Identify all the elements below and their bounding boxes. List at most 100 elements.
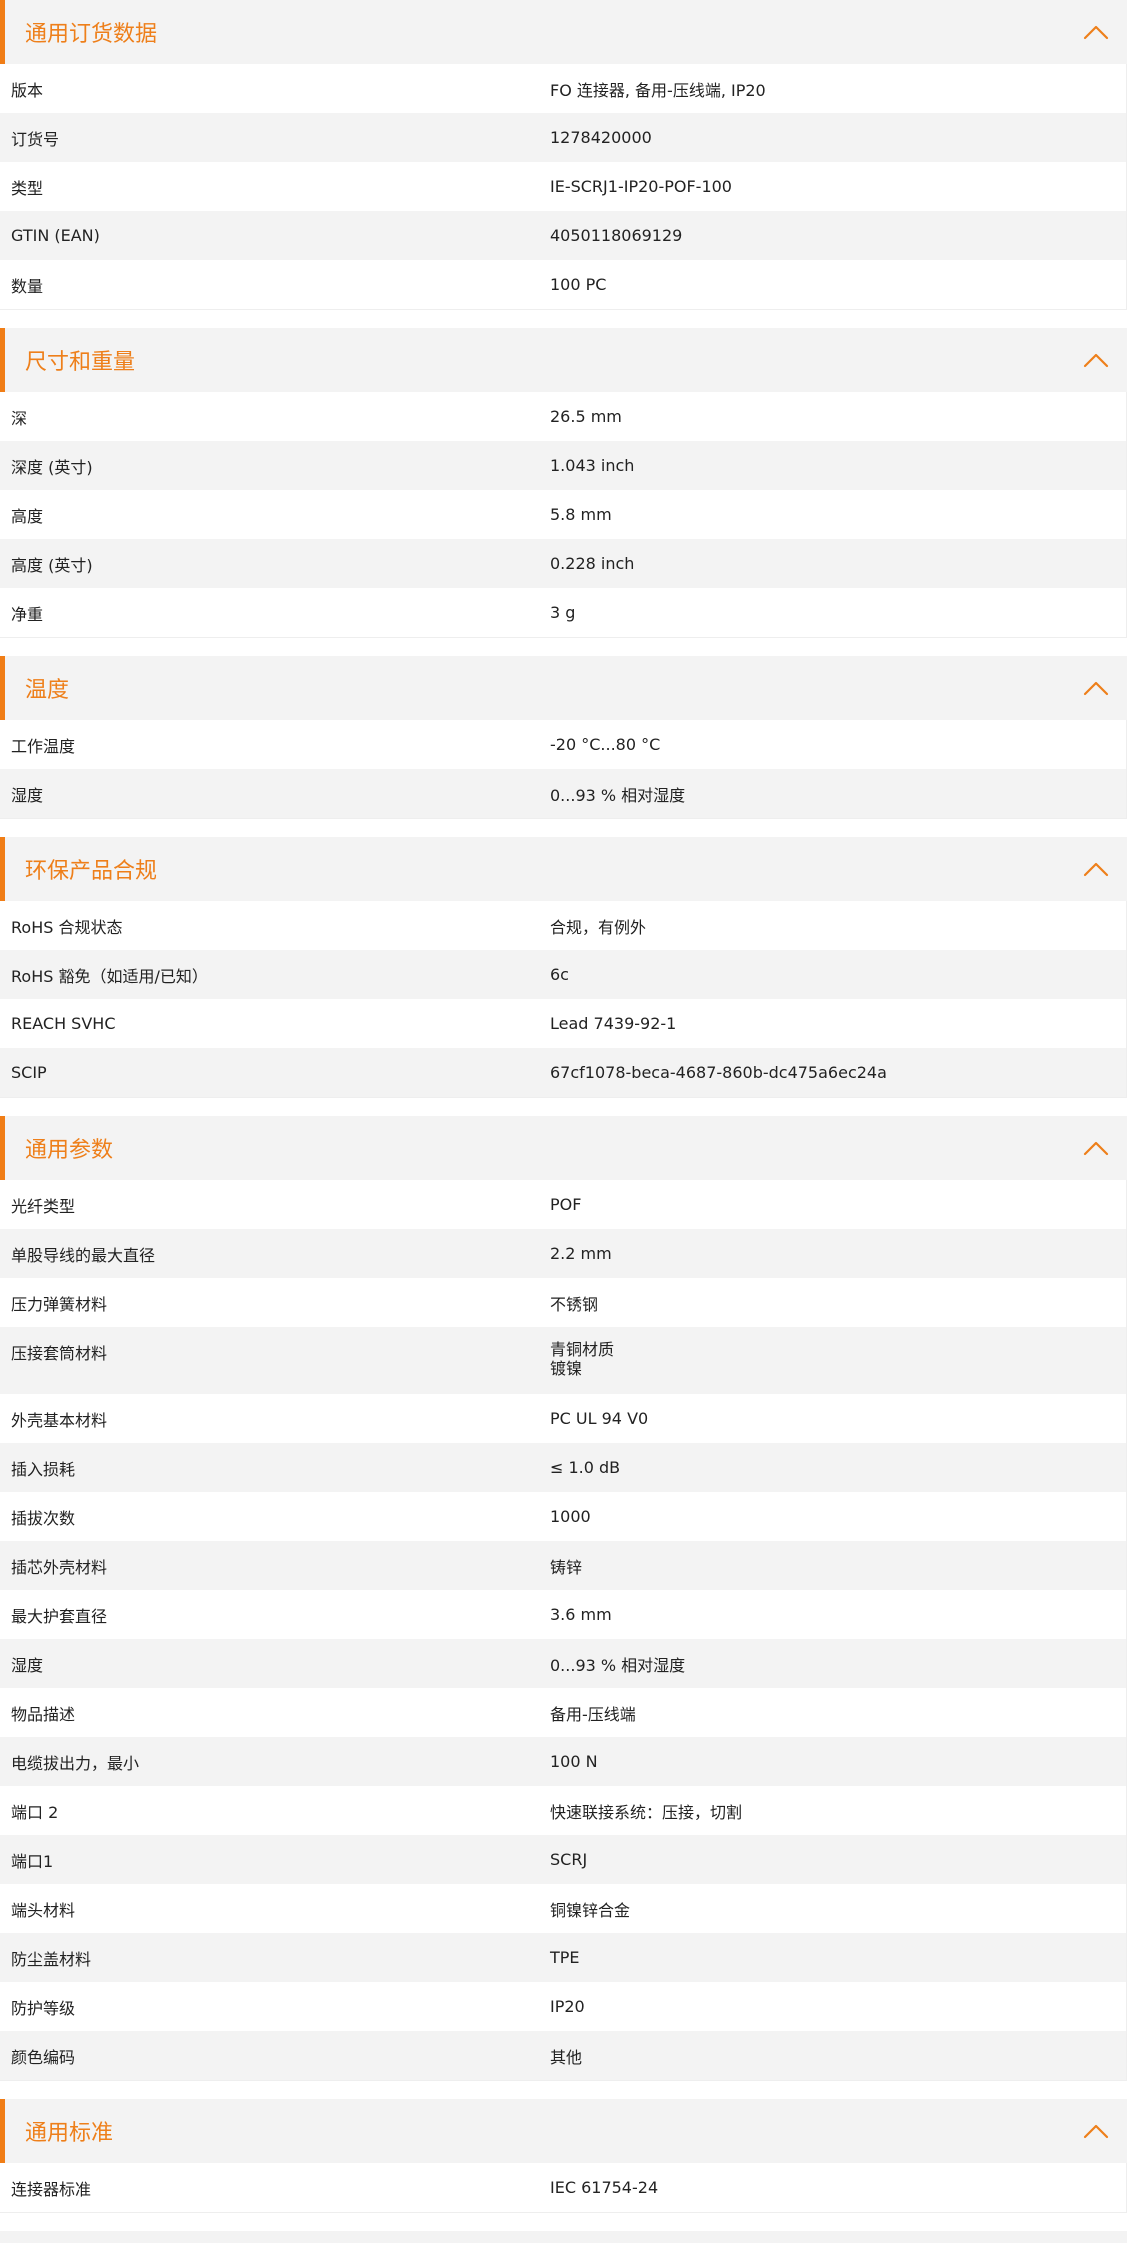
section-title: 环保产品合规 xyxy=(25,859,158,884)
spec-value: 0...93 % 相对湿度 xyxy=(550,1655,686,1675)
spec-row: 工作温度 -20 °C...80 °C xyxy=(0,720,1126,769)
spec-row: 颜色编码 其他 xyxy=(0,2031,1126,2080)
spec-label: 端头材料 xyxy=(11,1900,76,1920)
spec-row: 数量 100 PC xyxy=(0,260,1126,309)
spec-label: RoHS 合规状态 xyxy=(11,917,123,937)
spec-label: 颜色编码 xyxy=(11,2047,76,2067)
spec-row: RoHS 合规状态 合规，有例外 xyxy=(0,901,1126,950)
section-title: 通用订货数据 xyxy=(25,22,158,47)
spec-section: 尺寸和重量深 26.5 mm 深度 (英寸) 1.043 inch 高度 5.8 mm 高度… xyxy=(0,328,1127,638)
spec-label: 类型 xyxy=(11,178,44,198)
spec-value: 其他 xyxy=(550,2047,583,2067)
spec-rows: 连接器标准 IEC 61754-24 xyxy=(0,2163,1127,2213)
spec-row: 端口 2 快速联接系统：压接，切割 xyxy=(0,1786,1126,1835)
spec-value: Lead 7439-92-1 xyxy=(550,1014,677,1033)
spec-value: IE-SCRJ1-IP20-POF-100 xyxy=(550,177,732,196)
section-header[interactable]: 通用订货数据 xyxy=(0,0,1127,64)
spec-label: 压接套筒材料 xyxy=(11,1344,108,1363)
section-header[interactable]: 环保产品合规 xyxy=(0,837,1127,901)
spec-value: 4050118069129 xyxy=(550,226,683,245)
spec-value: 备用-压线端 xyxy=(550,1704,636,1724)
spec-value-line: 镀镍 xyxy=(550,1359,583,1378)
spec-label: 插入损耗 xyxy=(11,1459,76,1479)
spec-label: 端口1 xyxy=(11,1851,54,1871)
chevron-up-icon[interactable] xyxy=(1079,15,1113,49)
chevron-up-icon[interactable] xyxy=(1079,852,1113,886)
spec-rows: 深 26.5 mm 深度 (英寸) 1.043 inch 高度 5.8 mm 高度 (英寸)… xyxy=(0,392,1127,638)
spec-label: 版本 xyxy=(11,80,44,100)
spec-label: 单股导线的最大直径 xyxy=(11,1245,156,1265)
spec-value: 3.6 mm xyxy=(550,1605,612,1624)
spec-row: 版本 FO 连接器, 备用-压线端, IP20 xyxy=(0,64,1126,113)
spec-section: 通用标准连接器标准 IEC 61754-24 xyxy=(0,2099,1127,2213)
spec-value: 1000 xyxy=(550,1507,591,1526)
spec-rows: 版本 FO 连接器, 备用-压线端, IP20 订货号 1278420000 类型 IE-… xyxy=(0,64,1127,310)
spec-value: 100 PC xyxy=(550,275,607,294)
section-header[interactable]: 通用参数 xyxy=(0,1116,1127,1180)
spec-label: 高度 (英寸) xyxy=(11,555,93,575)
spec-value: IP20 xyxy=(550,1997,585,2016)
section-title: 温度 xyxy=(25,678,70,703)
spec-value: -20 °C...80 °C xyxy=(550,735,661,754)
spec-row: 插拔次数 1000 xyxy=(0,1492,1126,1541)
spec-label: 端口 2 xyxy=(11,1802,59,1822)
spec-label: 深 xyxy=(11,408,28,428)
spec-value: 1278420000 xyxy=(550,128,652,147)
chevron-up-icon[interactable] xyxy=(1079,1131,1113,1165)
spec-label: RoHS 豁免（如适用/已知） xyxy=(11,966,208,986)
spec-label: 工作温度 xyxy=(11,736,76,756)
spec-label: 深度 (英寸) xyxy=(11,457,93,477)
spec-row: 防护等级 IP20 xyxy=(0,1982,1126,2031)
section-title: 通用标准 xyxy=(25,2121,114,2146)
spec-rows: 光纤类型 POF 单股导线的最大直径 2.2 mm 压力弹簧材料 不锈钢压接套筒材料 青铜材… xyxy=(0,1180,1127,2081)
spec-row: 湿度 0...93 % 相对湿度 xyxy=(0,1639,1126,1688)
chevron-up-icon[interactable] xyxy=(1079,2114,1113,2148)
spec-value: 100 N xyxy=(550,1752,598,1771)
spec-label: SCIP xyxy=(11,1063,47,1082)
section-title: 尺寸和重量 xyxy=(25,350,136,375)
spec-value: 0.228 inch xyxy=(550,554,635,573)
spec-row: 电缆拔出力，最小 100 N xyxy=(0,1737,1126,1786)
spec-value: PC UL 94 V0 xyxy=(550,1409,649,1428)
spec-label: 防尘盖材料 xyxy=(11,1949,92,1969)
spec-row: 压力弹簧材料 不锈钢 xyxy=(0,1278,1126,1327)
spec-row: RoHS 豁免（如适用/已知） 6c xyxy=(0,950,1126,999)
spec-rows: 工作温度 -20 °C...80 °C 湿度 0...93 % 相对湿度 xyxy=(0,720,1127,819)
section-title: 通用参数 xyxy=(25,1138,114,1163)
section-header[interactable]: 尺寸和重量 xyxy=(0,328,1127,392)
spec-value: 铸锌 xyxy=(550,1557,583,1577)
spec-label: 最大护套直径 xyxy=(11,1606,108,1626)
spec-value: 不锈钢 xyxy=(550,1294,599,1314)
spec-row: 插入损耗 ≤ 1.0 dB xyxy=(0,1443,1126,1492)
spec-label: 插芯外壳材料 xyxy=(11,1557,108,1577)
spec-row: 订货号 1278420000 xyxy=(0,113,1126,162)
spec-value: 青铜材质 镀镍 xyxy=(550,1340,1126,1378)
spec-row: 压接套筒材料 青铜材质 镀镍 xyxy=(0,1327,1126,1394)
spec-value: ≤ 1.0 dB xyxy=(550,1458,621,1477)
spec-row: 高度 (英寸) 0.228 inch xyxy=(0,539,1126,588)
spec-row: 物品描述 备用-压线端 xyxy=(0,1688,1126,1737)
spec-row: 深 26.5 mm xyxy=(0,392,1126,441)
spec-value: 0...93 % 相对湿度 xyxy=(550,785,686,805)
spec-value: 铜镍锌合金 xyxy=(550,1900,631,1920)
spec-row: 光纤类型 POF xyxy=(0,1180,1126,1229)
spec-label: 外壳基本材料 xyxy=(11,1410,108,1430)
chevron-up-icon[interactable] xyxy=(1079,671,1113,705)
section-header[interactable]: 通用标准 xyxy=(0,2099,1127,2163)
spec-label: 物品描述 xyxy=(11,1704,76,1724)
spec-label: 净重 xyxy=(11,604,44,624)
spec-label: 压力弹簧材料 xyxy=(11,1294,108,1314)
spec-row: 连接器标准 IEC 61754-24 xyxy=(0,2163,1126,2212)
chevron-up-icon[interactable] xyxy=(1079,343,1113,377)
spec-label: 防护等级 xyxy=(11,1998,76,2018)
spec-section: 通用订货数据版本 FO 连接器, 备用-压线端, IP20 订货号 127842000… xyxy=(0,0,1127,310)
section-header[interactable]: 温度 xyxy=(0,656,1127,720)
spec-row: 净重 3 g xyxy=(0,588,1126,637)
spec-label: 电缆拔出力，最小 xyxy=(11,1753,140,1773)
spec-label: 湿度 xyxy=(11,1655,44,1675)
spec-value: SCRJ xyxy=(550,1850,588,1869)
spec-label: 湿度 xyxy=(11,785,44,805)
spec-value: 26.5 mm xyxy=(550,407,622,426)
spec-value: 快速联接系统：压接，切割 xyxy=(550,1802,743,1822)
spec-value: 2.2 mm xyxy=(550,1244,612,1263)
